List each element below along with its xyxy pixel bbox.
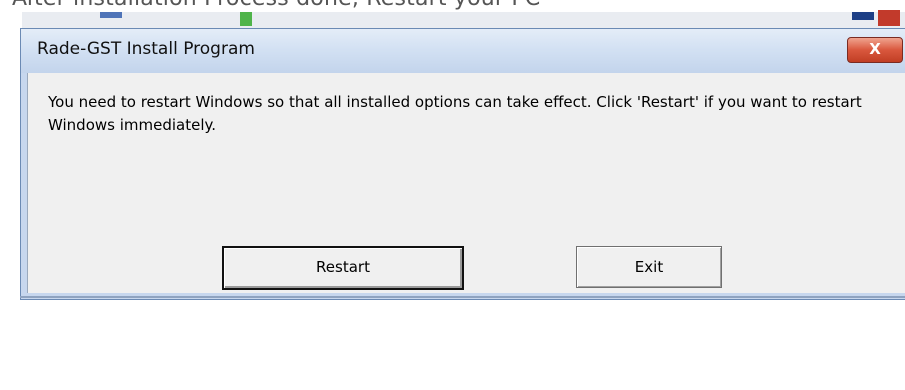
close-button[interactable]: X: [847, 37, 903, 63]
background-window-mark: [852, 12, 874, 20]
background-window-mark: [878, 10, 900, 26]
restart-button[interactable]: Restart: [222, 246, 464, 290]
dialog-titlebar[interactable]: Rade-GST Install Program X: [21, 29, 905, 73]
background-window-mark: [100, 12, 122, 18]
install-dialog: Rade-GST Install Program X You need to r…: [20, 28, 905, 300]
background-window-mark: [240, 12, 252, 26]
dialog-message: You need to restart Windows so that all …: [48, 93, 862, 134]
exit-button[interactable]: Exit: [576, 246, 722, 288]
dialog-body: You need to restart Windows so that all …: [27, 73, 905, 293]
page-caption: After installation Process done, Restart…: [12, 0, 540, 11]
dialog-title: Rade-GST Install Program: [37, 39, 255, 59]
close-icon: X: [869, 40, 881, 58]
dialog-bottom-border: [20, 296, 905, 298]
